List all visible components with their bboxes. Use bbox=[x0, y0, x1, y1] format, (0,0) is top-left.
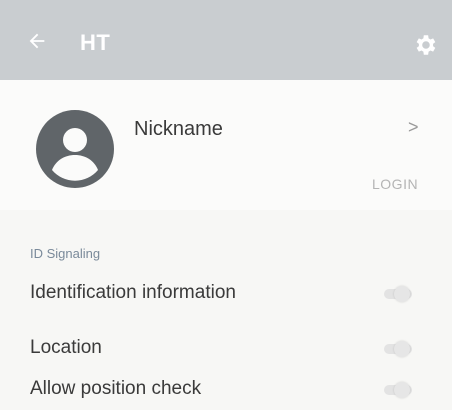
setting-label: Allow position check bbox=[30, 378, 202, 399]
profile-card[interactable]: Nickname > LOGIN bbox=[0, 80, 452, 210]
gear-icon bbox=[416, 35, 436, 55]
settings-button[interactable] bbox=[410, 30, 440, 60]
setting-row-position-check[interactable]: Allow position check bbox=[0, 370, 452, 410]
position-check-toggle[interactable] bbox=[384, 382, 414, 398]
chevron-right-icon: > bbox=[408, 117, 419, 137]
toggle-thumb bbox=[394, 341, 410, 357]
nickname-label: Nickname bbox=[134, 118, 223, 140]
setting-row-location[interactable]: Location bbox=[0, 329, 452, 369]
section-header: ID Signaling bbox=[30, 246, 101, 261]
app-bar: HT bbox=[0, 0, 452, 80]
arrow-left-icon bbox=[29, 33, 45, 49]
avatar bbox=[36, 110, 114, 188]
toggle-thumb bbox=[394, 286, 410, 302]
setting-label: Identification information bbox=[30, 282, 236, 303]
location-toggle[interactable] bbox=[384, 341, 414, 357]
setting-label: Location bbox=[30, 337, 102, 358]
back-button[interactable] bbox=[24, 28, 50, 54]
identification-toggle[interactable] bbox=[384, 286, 414, 302]
login-button[interactable]: LOGIN bbox=[372, 176, 418, 192]
setting-row-identification[interactable]: Identification information bbox=[0, 274, 452, 314]
page-title: HT bbox=[80, 30, 111, 55]
user-avatar-icon bbox=[36, 110, 114, 188]
toggle-thumb bbox=[394, 382, 410, 398]
